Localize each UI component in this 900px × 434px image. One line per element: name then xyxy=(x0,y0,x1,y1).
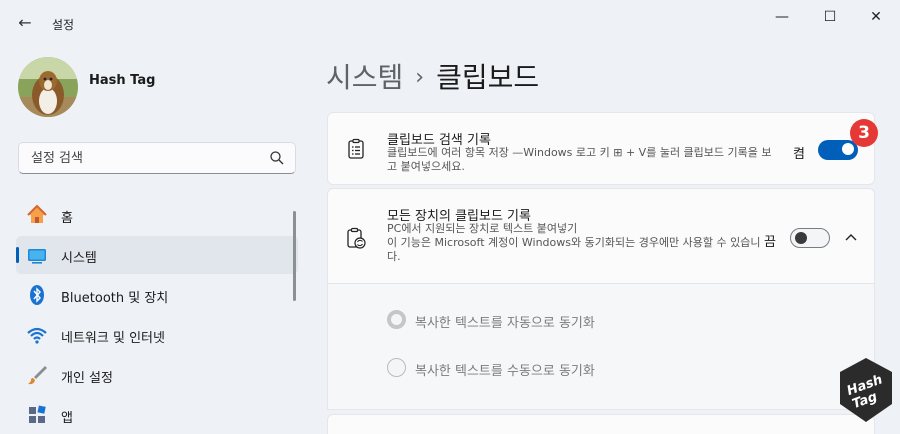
sidebar-nav: 홈 시스템 Bluetooth 및 장치 네트워크 및 인터넷 개인 설정 앱 xyxy=(16,196,298,434)
clipboard-sync-icon xyxy=(347,227,366,249)
apps-icon xyxy=(29,405,46,423)
breadcrumb-separator: › xyxy=(415,65,425,90)
avatar[interactable] xyxy=(18,57,78,117)
minimize-button[interactable]: — xyxy=(762,5,802,29)
sync-devices-toggle[interactable] xyxy=(790,228,830,248)
chevron-up-icon[interactable] xyxy=(843,230,859,246)
radio-label: 복사한 텍스트를 수동으로 동기화 xyxy=(415,364,595,379)
sync-options-panel xyxy=(327,284,875,410)
bluetooth-icon xyxy=(30,285,44,305)
user-name: Hash Tag xyxy=(89,73,156,88)
search-box[interactable] xyxy=(18,142,296,174)
sidebar-item-apps[interactable]: 앱 xyxy=(16,396,298,434)
home-icon xyxy=(27,204,47,223)
search-input[interactable] xyxy=(31,149,261,167)
sidebar-item-label: Bluetooth 및 장치 xyxy=(61,291,169,306)
page-title: 클립보드 xyxy=(436,61,540,94)
clipboard-list-icon xyxy=(348,138,364,159)
search-icon[interactable] xyxy=(269,150,285,166)
radio-button-manual[interactable] xyxy=(387,358,406,377)
sync-devices-card[interactable]: 모든 장치의 클립보드 기록 PC에서 지원되는 장치로 텍스트 붙여넣기 이 … xyxy=(327,188,875,284)
sidebar-item-personalization[interactable]: 개인 설정 xyxy=(16,356,298,394)
sidebar-item-label: 홈 xyxy=(61,211,73,226)
avatar-image xyxy=(18,57,78,117)
toggle-knob xyxy=(842,143,854,155)
hashtag-watermark-logo: Hash Tag xyxy=(840,358,892,422)
sidebar-item-home[interactable]: 홈 xyxy=(16,196,298,234)
sidebar-item-label: 개인 설정 xyxy=(61,371,113,386)
sidebar-item-label: 시스템 xyxy=(61,251,97,266)
sidebar-item-bluetooth[interactable]: Bluetooth 및 장치 xyxy=(16,276,298,314)
clipboard-history-state-label: 켬 xyxy=(793,147,805,162)
system-icon xyxy=(28,249,46,264)
sidebar-item-label: 네트워크 및 인터넷 xyxy=(61,331,165,346)
next-setting-card[interactable] xyxy=(327,414,875,434)
back-button[interactable]: ← xyxy=(14,12,36,34)
clipboard-history-toggle[interactable] xyxy=(818,140,858,160)
radio-label: 복사한 텍스트를 자동으로 동기화 xyxy=(415,316,595,331)
sync-devices-description: PC에서 지원되는 장치로 텍스트 붙여넣기 이 기능은 Microsoft 계… xyxy=(387,222,761,263)
title-bar: ← 설정 — ☐ ✕ xyxy=(0,0,900,48)
toggle-knob xyxy=(795,232,807,244)
brush-icon xyxy=(28,366,47,385)
maximize-button[interactable]: ☐ xyxy=(810,5,850,29)
close-button[interactable]: ✕ xyxy=(856,5,896,29)
breadcrumb-parent[interactable]: 시스템 xyxy=(326,61,403,94)
sidebar-scrollbar[interactable] xyxy=(293,211,296,301)
clipboard-history-card: 클립보드 검색 기록 클립보드에 여러 항목 저장 —Windows 로고 키 … xyxy=(327,112,875,185)
step-badge: 3 xyxy=(850,119,878,147)
wifi-icon xyxy=(27,327,47,344)
selection-indicator xyxy=(16,247,19,263)
clipboard-history-description: 클립보드에 여러 항목 저장 —Windows 로고 키 ⊞ + V를 눌러 클… xyxy=(387,146,772,173)
sidebar-item-label: 앱 xyxy=(61,411,73,426)
radio-button-auto[interactable] xyxy=(387,310,406,329)
sync-devices-state-label: 끔 xyxy=(764,235,776,250)
app-title: 설정 xyxy=(52,18,75,32)
sidebar-item-network[interactable]: 네트워크 및 인터넷 xyxy=(16,316,298,354)
breadcrumb: 시스템 › 클립보드 xyxy=(326,56,539,96)
sidebar-item-system[interactable]: 시스템 xyxy=(16,236,298,274)
